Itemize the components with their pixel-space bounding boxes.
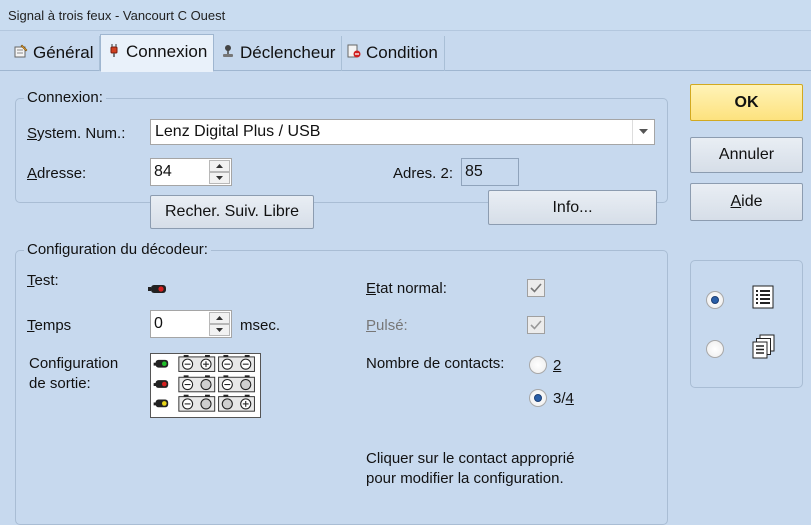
system-select[interactable]: Lenz Digital Plus / USB — [150, 119, 655, 145]
address-spin-down-icon[interactable] — [209, 172, 230, 184]
time-spin-down-icon[interactable] — [209, 324, 230, 336]
address2-label: Adres. 2: — [393, 165, 454, 182]
list-view-icon[interactable] — [752, 285, 774, 309]
view-mode-box — [690, 260, 803, 388]
checkmark-icon — [530, 320, 542, 330]
address-input[interactable]: 84 — [150, 158, 232, 186]
radio-dot — [534, 394, 542, 402]
joystick-icon — [223, 45, 233, 57]
normal-state-checkbox[interactable] — [527, 279, 545, 297]
document-no-icon — [347, 44, 361, 58]
tab-bar: Général Connexion Déclencheur Condition — [0, 31, 811, 72]
decoder-legend: Configuration du décodeur: — [24, 241, 211, 258]
document-pencil-icon — [14, 44, 28, 58]
output-row-red — [153, 380, 169, 388]
view-pages-radio[interactable] — [706, 340, 724, 358]
system-label: System. Num.: — [27, 125, 126, 142]
search-next-free-button[interactable]: Recher. Suiv. Libre — [150, 195, 314, 229]
output-row-yellow — [153, 399, 169, 408]
tab-general-label: Général — [33, 43, 94, 62]
multi-page-view-icon[interactable] — [752, 334, 776, 360]
address-label: Adresse: — [27, 165, 87, 182]
contacts-option-34-label: 3/4 — [553, 390, 574, 407]
hint-line-2: pour modifier la configuration. — [366, 470, 564, 487]
output-config-label-2: de sortie: — [29, 375, 91, 392]
normal-state-label: Etat normal: — [366, 280, 447, 297]
help-button[interactable]: Aide — [690, 183, 803, 221]
contacts-radio-2[interactable] — [529, 356, 547, 374]
output-row-green — [153, 359, 169, 368]
tab-declencheur[interactable]: Déclencheur — [215, 36, 343, 71]
plug-icon — [110, 44, 118, 57]
time-input[interactable]: 0 — [150, 310, 232, 338]
connexion-legend: Connexion: — [24, 89, 106, 106]
decoder-group: Configuration du décodeur: — [15, 241, 668, 525]
radio-dot — [711, 296, 719, 304]
system-select-value: Lenz Digital Plus / USB — [155, 123, 321, 140]
tab-connexion[interactable]: Connexion — [100, 34, 215, 72]
time-label: Temps — [27, 317, 72, 334]
tab-condition[interactable]: Condition — [341, 36, 445, 71]
output-config-label-1: Configuration — [29, 355, 119, 372]
contacts-radio-34[interactable] — [529, 389, 547, 407]
ok-button[interactable]: OK — [690, 84, 803, 121]
pulsed-checkbox[interactable] — [527, 316, 545, 334]
contacts-option-2-label: 2 — [553, 357, 562, 374]
output-config-grid[interactable] — [150, 353, 261, 418]
address2-field: 85 — [461, 158, 519, 186]
window-title: Signal à trois feux - Vancourt C Ouest — [8, 8, 226, 23]
address-value: 84 — [154, 163, 172, 180]
hint-line-1: Cliquer sur le contact approprié — [366, 450, 575, 467]
view-list-radio[interactable] — [706, 291, 724, 309]
connexion-group: Connexion: — [15, 89, 668, 203]
chevron-down-icon[interactable] — [632, 120, 654, 144]
time-unit: msec. — [240, 317, 281, 334]
tab-connexion-label: Connexion — [126, 42, 208, 61]
test-label: Test: — [27, 272, 59, 289]
contacts-label: Nombre de contacts: — [366, 355, 505, 372]
tab-declencheur-label: Déclencheur — [240, 43, 336, 62]
tab-general[interactable]: Général — [8, 36, 101, 71]
cancel-button[interactable]: Annuler — [690, 137, 803, 173]
checkmark-icon — [530, 283, 542, 293]
address-spin-up-icon[interactable] — [209, 160, 230, 172]
pulsed-label: Pulsé: — [366, 317, 408, 334]
tab-condition-label: Condition — [366, 43, 438, 62]
title-bar: Signal à trois feux - Vancourt C Ouest — [0, 0, 811, 31]
time-spin-up-icon[interactable] — [209, 312, 230, 324]
time-value: 0 — [154, 315, 163, 332]
signal-test-icon[interactable] — [148, 284, 168, 294]
address2-value: 85 — [465, 163, 483, 180]
info-button[interactable]: Info... — [488, 190, 657, 225]
